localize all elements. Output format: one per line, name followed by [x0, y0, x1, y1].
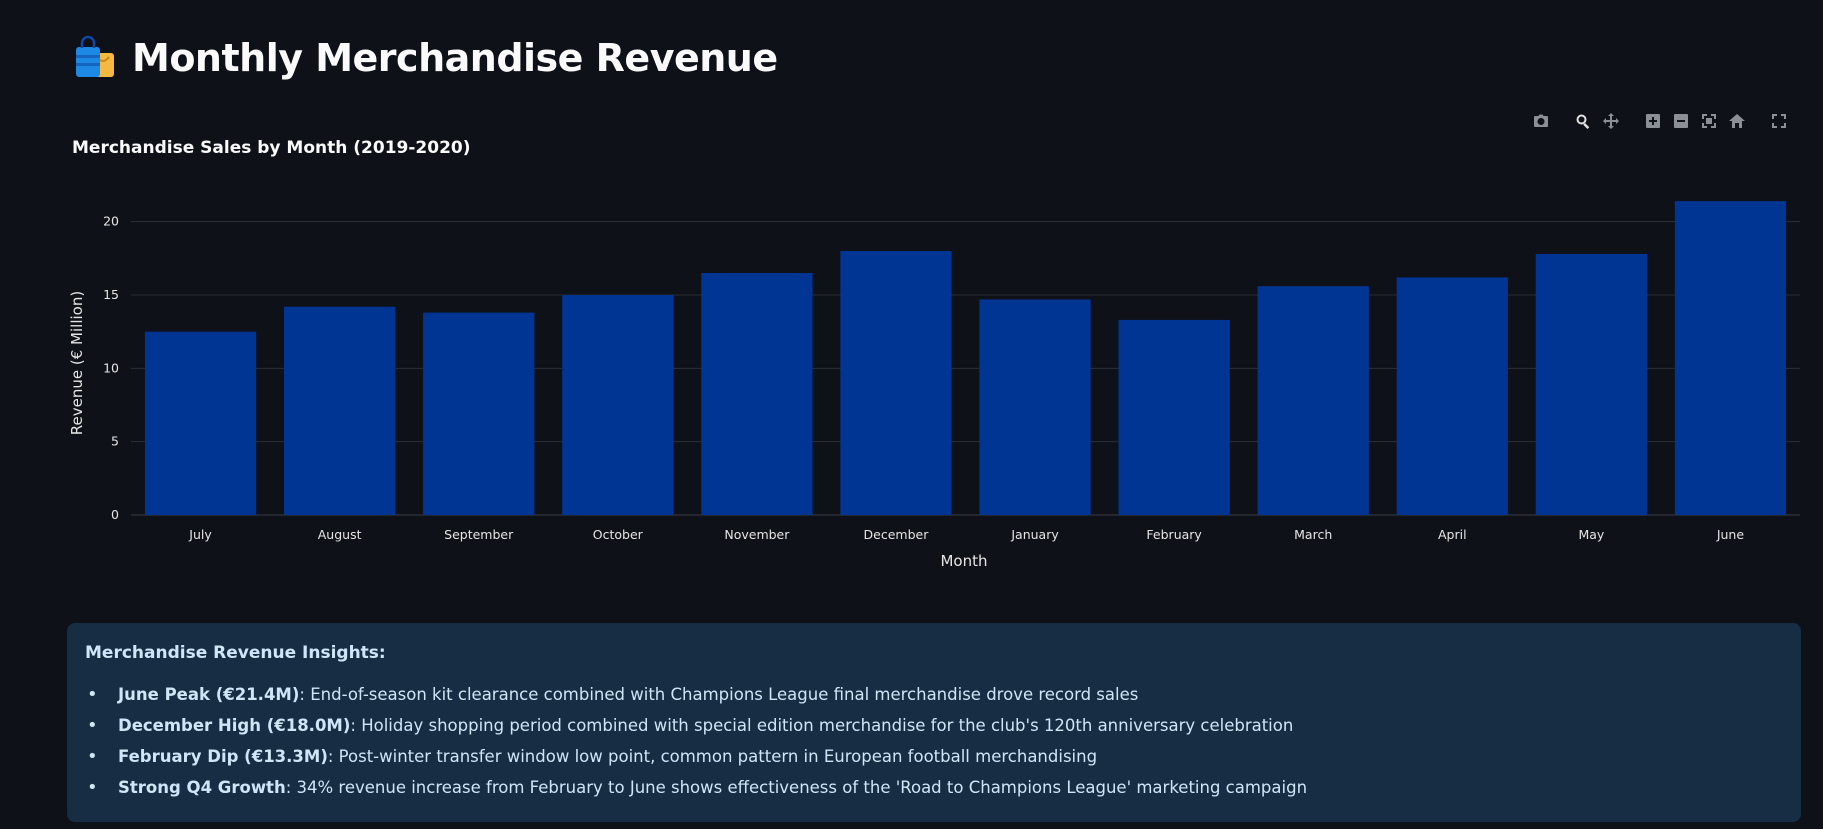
x-axis-ticks: July August September October November Decemb… [188, 527, 1744, 542]
bar-june[interactable] [1674, 201, 1787, 515]
insight-item: December High (€18.0M): Holiday shopping… [85, 716, 1783, 747]
y-axis-ticks: 0 5 10 15 20 [103, 214, 119, 522]
x-tick-label: November [724, 527, 790, 542]
insights-list: June Peak (€21.4M): End-of-season kit cl… [85, 685, 1783, 809]
bar-november[interactable] [701, 273, 813, 515]
x-tick-label: January [1010, 527, 1059, 542]
bar-september[interactable] [423, 312, 535, 515]
y-tick-label: 15 [103, 287, 119, 302]
insight-item: Strong Q4 Growth: 34% revenue increase f… [85, 778, 1783, 809]
x-tick-label: May [1578, 527, 1604, 542]
insight-text: : End-of-season kit clearance combined w… [299, 685, 1139, 704]
bar-february[interactable] [1118, 319, 1230, 515]
bar-july[interactable] [144, 331, 257, 515]
x-tick-label: December [864, 527, 930, 542]
bar-january[interactable] [979, 299, 1091, 515]
insight-heading: February Dip (€13.3M) [118, 747, 328, 766]
bar-may[interactable] [1535, 253, 1648, 515]
x-tick-label: September [444, 527, 514, 542]
insight-text: : Post-winter transfer window low point,… [327, 747, 1098, 766]
y-tick-label: 20 [103, 214, 119, 229]
bar-december[interactable] [840, 251, 952, 515]
x-axis-title: Month [940, 552, 987, 570]
bar-august[interactable] [283, 306, 396, 515]
bar-april[interactable] [1396, 277, 1508, 515]
x-tick-label: March [1294, 527, 1332, 542]
y-axis-title: Revenue (€ Million) [68, 291, 86, 435]
x-tick-label: August [318, 527, 362, 542]
bar-october[interactable] [562, 295, 674, 515]
insight-item: February Dip (€13.3M): Post-winter trans… [85, 747, 1783, 778]
bars [144, 201, 1787, 515]
x-tick-label: July [188, 527, 212, 542]
x-tick-label: April [1438, 527, 1467, 542]
insights-title: Merchandise Revenue Insights: [85, 643, 386, 663]
insight-item: June Peak (€21.4M): End-of-season kit cl… [85, 685, 1783, 716]
bar-chart: 0 5 10 15 20 July August September October Novem… [68, 201, 1800, 570]
y-tick-label: 5 [111, 434, 119, 449]
insight-heading: Strong Q4 Growth [118, 778, 286, 797]
insight-heading: December High (€18.0M) [118, 716, 351, 735]
x-tick-label: June [1716, 527, 1745, 542]
x-tick-label: February [1146, 527, 1202, 542]
y-tick-label: 0 [111, 507, 119, 522]
insight-heading: June Peak (€21.4M) [118, 685, 300, 704]
insights-panel: Merchandise Revenue Insights: June Peak … [67, 623, 1801, 822]
x-tick-label: October [593, 527, 644, 542]
insight-text: : Holiday shopping period combined with … [350, 716, 1294, 735]
bar-march[interactable] [1257, 286, 1369, 515]
insight-text: : 34% revenue increase from February to … [285, 778, 1308, 797]
y-tick-label: 10 [103, 360, 119, 375]
